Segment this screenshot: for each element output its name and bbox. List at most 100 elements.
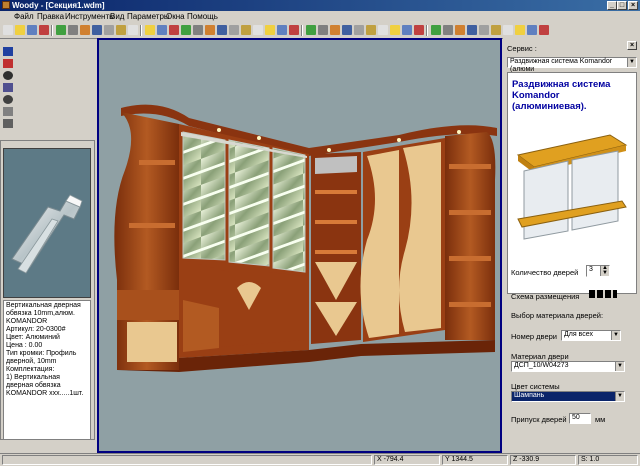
print-icon[interactable]	[39, 25, 49, 35]
profile-preview	[3, 148, 91, 298]
menu-params[interactable]: Параметры	[127, 12, 170, 21]
open-icon[interactable]	[15, 25, 25, 35]
orbit-tool-icon[interactable]	[3, 95, 13, 104]
walk-tool-icon[interactable]	[3, 119, 13, 128]
select-tool-icon[interactable]	[3, 47, 13, 56]
tool-39-icon[interactable]	[491, 25, 501, 35]
tool-43-icon[interactable]	[539, 25, 549, 35]
minimize-button[interactable]: _	[607, 1, 617, 10]
toolbar-separator	[426, 25, 428, 36]
tool-35-icon[interactable]	[443, 25, 453, 35]
copy-icon[interactable]	[68, 25, 78, 35]
tool-25-icon[interactable]	[318, 25, 328, 35]
property-line: Цвет: Алюминий	[6, 334, 60, 341]
chevron-down-icon[interactable]: ▼	[615, 392, 624, 401]
menu-tools[interactable]: Инструменты	[65, 12, 115, 21]
maximize-button[interactable]: □	[617, 1, 627, 10]
tool-40-icon[interactable]	[503, 25, 513, 35]
toolbar-separator	[301, 25, 303, 36]
tool-21-icon[interactable]	[265, 25, 275, 35]
chevron-down-icon[interactable]: ▼	[615, 362, 624, 371]
tool-41-icon[interactable]	[515, 25, 525, 35]
rotate-tool-icon[interactable]	[3, 59, 13, 68]
tool-23-icon[interactable]	[289, 25, 299, 35]
tool-11-icon[interactable]	[145, 25, 155, 35]
window-title: Woody - [Секция1.wdm]	[12, 1, 105, 10]
tool-20-icon[interactable]	[253, 25, 263, 35]
chevron-down-icon[interactable]: ▼	[627, 58, 636, 67]
tool-29-icon[interactable]	[366, 25, 376, 35]
tool-16-icon[interactable]	[205, 25, 215, 35]
tool-37-icon[interactable]	[467, 25, 477, 35]
sliding-system-image	[516, 134, 628, 240]
toolbar-separator	[51, 25, 53, 36]
door-number-select[interactable]: Для всех ▼	[561, 330, 621, 341]
status-empty	[2, 455, 372, 465]
door-material-select[interactable]: ДСП_10/W04273 ▼	[511, 361, 625, 372]
tool-26-icon[interactable]	[330, 25, 340, 35]
spin-icon[interactable]: ▲ ▼	[600, 265, 609, 276]
property-line: обвязка 10mm,алюм.	[6, 310, 75, 317]
menu-edit[interactable]: Правка	[37, 12, 64, 21]
tool-17-icon[interactable]	[217, 25, 227, 35]
tool-15-icon[interactable]	[193, 25, 203, 35]
wardrobe-render	[114, 104, 497, 372]
tool-34-icon[interactable]	[431, 25, 441, 35]
undo-icon[interactable]	[92, 25, 102, 35]
product-heading: Раздвижная система Komandor (алюминиевая…	[512, 79, 611, 112]
redo-icon[interactable]	[104, 25, 114, 35]
cut-icon[interactable]	[56, 25, 66, 35]
layout-scheme-icon[interactable]	[589, 290, 617, 298]
door-material-label: Материал двери	[511, 352, 569, 361]
tool-19-icon[interactable]	[241, 25, 251, 35]
door-allowance-input[interactable]: 50	[569, 413, 591, 424]
title-bar: Woody - [Секция1.wdm] _ □ ×	[0, 0, 640, 11]
tool-12-icon[interactable]	[157, 25, 167, 35]
menu-view[interactable]: Вид	[110, 12, 124, 21]
panel-close-button[interactable]: ×	[627, 41, 637, 50]
property-line: 1) Вертикальная	[6, 374, 60, 381]
tool-42-icon[interactable]	[527, 25, 537, 35]
tool-38-icon[interactable]	[479, 25, 489, 35]
chevron-down-icon[interactable]: ▼	[611, 331, 620, 340]
help-icon[interactable]	[116, 25, 126, 35]
menu-bar: Файл Правка Инструменты Вид Параметры Ок…	[0, 11, 640, 22]
menu-help[interactable]: Помощь	[187, 12, 218, 21]
hand-tool-icon[interactable]	[3, 107, 13, 116]
tool-33-icon[interactable]	[414, 25, 424, 35]
pan-tool-icon[interactable]	[3, 83, 13, 92]
tool-10-icon[interactable]	[128, 25, 138, 35]
door-allowance-unit: мм	[595, 415, 606, 424]
menu-windows[interactable]: Окна	[166, 12, 185, 21]
tool-18-icon[interactable]	[229, 25, 239, 35]
property-line: Тип кромки: Профиль	[6, 350, 77, 357]
service-panel: Сервис : × Раздвижная система Komandor (…	[503, 38, 640, 453]
system-color-select[interactable]: Шампань ▼	[511, 391, 625, 402]
system-select[interactable]: Раздвижная система Komandor (алюми ▼	[507, 57, 637, 73]
paste-icon[interactable]	[80, 25, 90, 35]
tool-24-icon[interactable]	[306, 25, 316, 35]
system-color-label: Цвет системы	[511, 382, 560, 391]
new-icon[interactable]	[3, 25, 13, 35]
material-choice-label: Выбор материала дверей:	[511, 311, 604, 320]
property-line: Артикул: 20-0300#	[6, 326, 66, 333]
tool-27-icon[interactable]	[342, 25, 352, 35]
3d-viewport[interactable]	[97, 38, 502, 453]
tool-36-icon[interactable]	[455, 25, 465, 35]
property-line: KOMANDOR	[6, 318, 48, 325]
layout-scheme-label: Схема размещения	[511, 292, 580, 301]
close-button[interactable]: ×	[628, 1, 638, 10]
tool-22-icon[interactable]	[277, 25, 287, 35]
doors-count-input[interactable]: 3 ▲ ▼	[586, 265, 610, 277]
save-icon[interactable]	[27, 25, 37, 35]
tool-32-icon[interactable]	[402, 25, 412, 35]
menu-file[interactable]: Файл	[14, 12, 34, 21]
properties-list: Вертикальная дверная обвязка 10mm,алюм. KO…	[3, 300, 91, 440]
tool-14-icon[interactable]	[181, 25, 191, 35]
tool-31-icon[interactable]	[390, 25, 400, 35]
tool-28-icon[interactable]	[354, 25, 364, 35]
tool-13-icon[interactable]	[169, 25, 179, 35]
property-line: дверной, 10mm	[6, 358, 57, 365]
zoom-tool-icon[interactable]	[3, 71, 13, 80]
tool-30-icon[interactable]	[378, 25, 388, 35]
